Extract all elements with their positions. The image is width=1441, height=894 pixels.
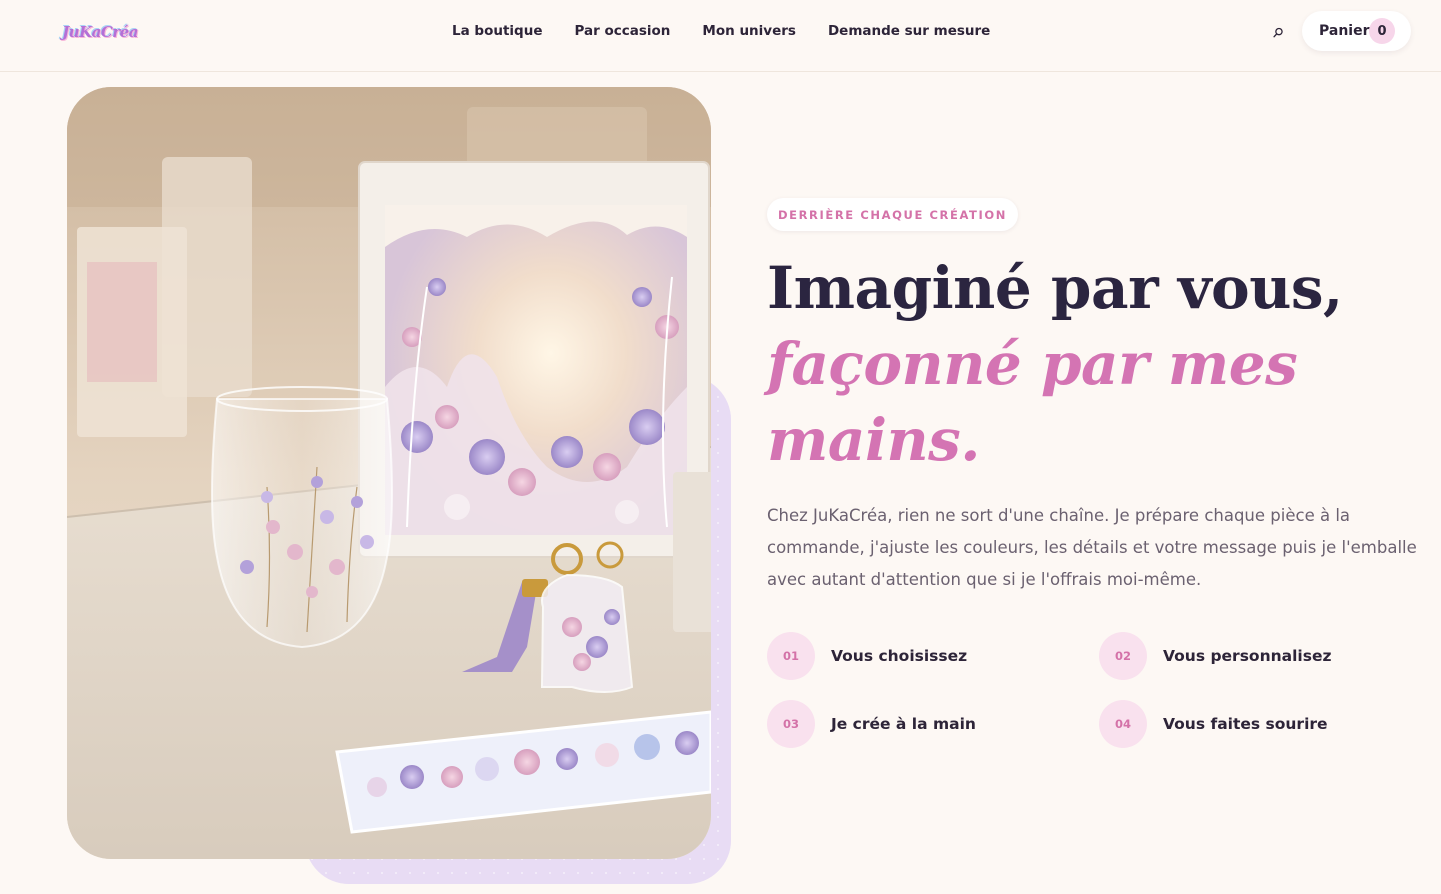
main-nav: La boutique Par occasion Mon univers Dem… [452, 22, 990, 40]
step-label: Vous faites sourire [1163, 715, 1328, 733]
nav-link-occasion[interactable]: Par occasion [574, 22, 670, 40]
headline-line-1: Imaginé par vous, [767, 254, 1343, 322]
step-number: 02 [1099, 632, 1147, 680]
hero-intro-text: Chez JuKaCréa, rien ne sort d'une chaîne… [767, 506, 1417, 589]
step-label: Vous personnalisez [1163, 647, 1332, 665]
site-header: JuKaCréa La boutique Par occasion Mon un… [0, 0, 1441, 72]
step-number: 04 [1099, 700, 1147, 748]
nav-link-boutique[interactable]: La boutique [452, 22, 542, 40]
cart-count-badge: 0 [1369, 18, 1395, 44]
brand-logo[interactable]: JuKaCréa [62, 12, 138, 52]
search-button[interactable] [1268, 22, 1288, 42]
nav-link-sur-mesure[interactable]: Demande sur mesure [828, 22, 990, 40]
step-item: 02 Vous personnalisez [1099, 632, 1387, 680]
search-icon [1272, 27, 1283, 37]
cart-button[interactable]: Panier 0 [1302, 11, 1411, 51]
step-item: 04 Vous faites sourire [1099, 700, 1387, 748]
step-number: 03 [767, 700, 815, 748]
step-label: Je crée à la main [831, 715, 976, 733]
nav-link-univers[interactable]: Mon univers [702, 22, 796, 40]
section-eyebrow-badge: DERRIÈRE CHAQUE CRÉATION [767, 198, 1018, 231]
step-item: 01 Vous choisissez [767, 632, 1099, 680]
step-item: 03 Je crée à la main [767, 700, 1099, 748]
hero-headline: Imaginé par vous, façonné par mes mains. [767, 250, 1407, 478]
cart-label: Panier [1319, 23, 1370, 39]
process-steps: 01 Vous choisissez 02 Vous personnalisez… [767, 632, 1387, 748]
headline-accent: façonné par mes mains. [767, 330, 1298, 474]
hero-product-photo [67, 87, 711, 859]
step-number: 01 [767, 632, 815, 680]
step-label: Vous choisissez [831, 647, 968, 665]
